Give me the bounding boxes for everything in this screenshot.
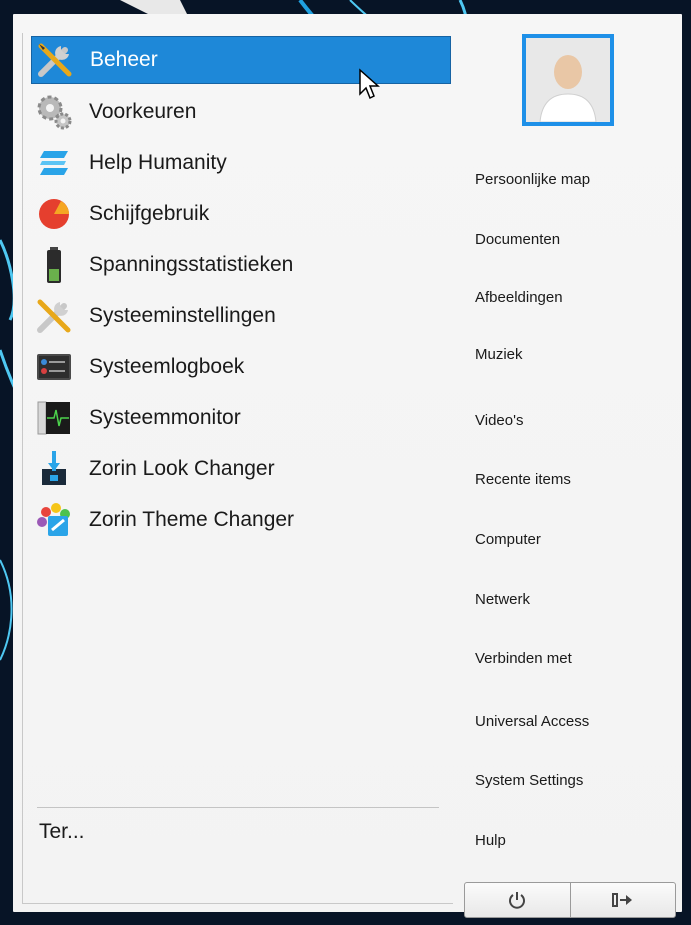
place-universal-access[interactable]: Universal Access (475, 713, 589, 730)
zorin-theme-changer-icon (31, 497, 77, 543)
app-item-beheer[interactable]: Beheer (31, 36, 451, 84)
system-monitor-icon (31, 395, 77, 441)
system-settings-tools-icon (31, 293, 77, 339)
preferences-gears-icon (31, 89, 77, 135)
search-text: Ter... (39, 820, 85, 843)
app-label: Zorin Look Changer (89, 457, 275, 480)
disk-usage-pie-icon (31, 191, 77, 237)
user-avatar-icon (526, 38, 610, 123)
place-persoonlijke-map[interactable]: Persoonlijke map (475, 171, 590, 188)
place-computer[interactable]: Computer (475, 531, 541, 548)
logout-button[interactable] (569, 883, 676, 917)
place-documenten[interactable]: Documenten (475, 231, 560, 248)
admin-tools-icon (32, 37, 78, 83)
place-afbeeldingen[interactable]: Afbeeldingen (475, 289, 563, 306)
search-divider (37, 807, 439, 808)
app-item-help-humanity[interactable]: Help Humanity (31, 139, 451, 187)
app-item-schijfgebruik[interactable]: Schijfgebruik (31, 190, 451, 238)
app-label: Help Humanity (89, 151, 227, 174)
app-label: Beheer (90, 48, 158, 71)
zorin-logo-icon (31, 140, 77, 186)
mouse-cursor-icon (359, 68, 380, 100)
app-item-zorin-look-changer[interactable]: Zorin Look Changer (31, 445, 451, 493)
zorin-look-changer-icon (31, 446, 77, 492)
app-label: Zorin Theme Changer (89, 508, 295, 531)
place-netwerk[interactable]: Netwerk (475, 591, 530, 608)
battery-icon (31, 242, 77, 288)
place-muziek[interactable]: Muziek (475, 346, 523, 363)
start-menu: Beheer Voorkeuren Help Humanity Schijfge… (13, 14, 682, 918)
app-label: Systeemmonitor (89, 406, 241, 429)
logout-arrow-icon (611, 893, 632, 907)
power-icon (509, 892, 526, 909)
app-item-systeeminstellingen[interactable]: Systeeminstellingen (31, 292, 451, 340)
place-hulp[interactable]: Hulp (475, 832, 506, 849)
app-label: Systeemlogboek (89, 355, 245, 378)
system-log-icon (31, 344, 77, 390)
app-item-systeemlogboek[interactable]: Systeemlogboek (31, 343, 451, 391)
session-buttons (464, 882, 676, 918)
user-avatar[interactable] (522, 34, 614, 126)
app-item-zorin-theme-changer[interactable]: Zorin Theme Changer (31, 496, 451, 544)
search-field[interactable]: Ter... (39, 820, 439, 856)
place-system-settings[interactable]: System Settings (475, 772, 583, 789)
shutdown-button[interactable] (465, 883, 570, 917)
app-label: Spanningsstatistieken (89, 253, 294, 276)
place-verbinden-met[interactable]: Verbinden met (475, 650, 572, 667)
app-label: Systeeminstellingen (89, 304, 276, 327)
place-videos[interactable]: Video's (475, 412, 523, 429)
place-recente-items[interactable]: Recente items (475, 471, 571, 488)
app-label: Schijfgebruik (89, 202, 210, 225)
app-item-spanningsstatistieken[interactable]: Spanningsstatistieken (31, 241, 451, 289)
app-label: Voorkeuren (89, 100, 197, 123)
app-item-voorkeuren[interactable]: Voorkeuren (31, 88, 451, 136)
app-item-systeemmonitor[interactable]: Systeemmonitor (31, 394, 451, 442)
